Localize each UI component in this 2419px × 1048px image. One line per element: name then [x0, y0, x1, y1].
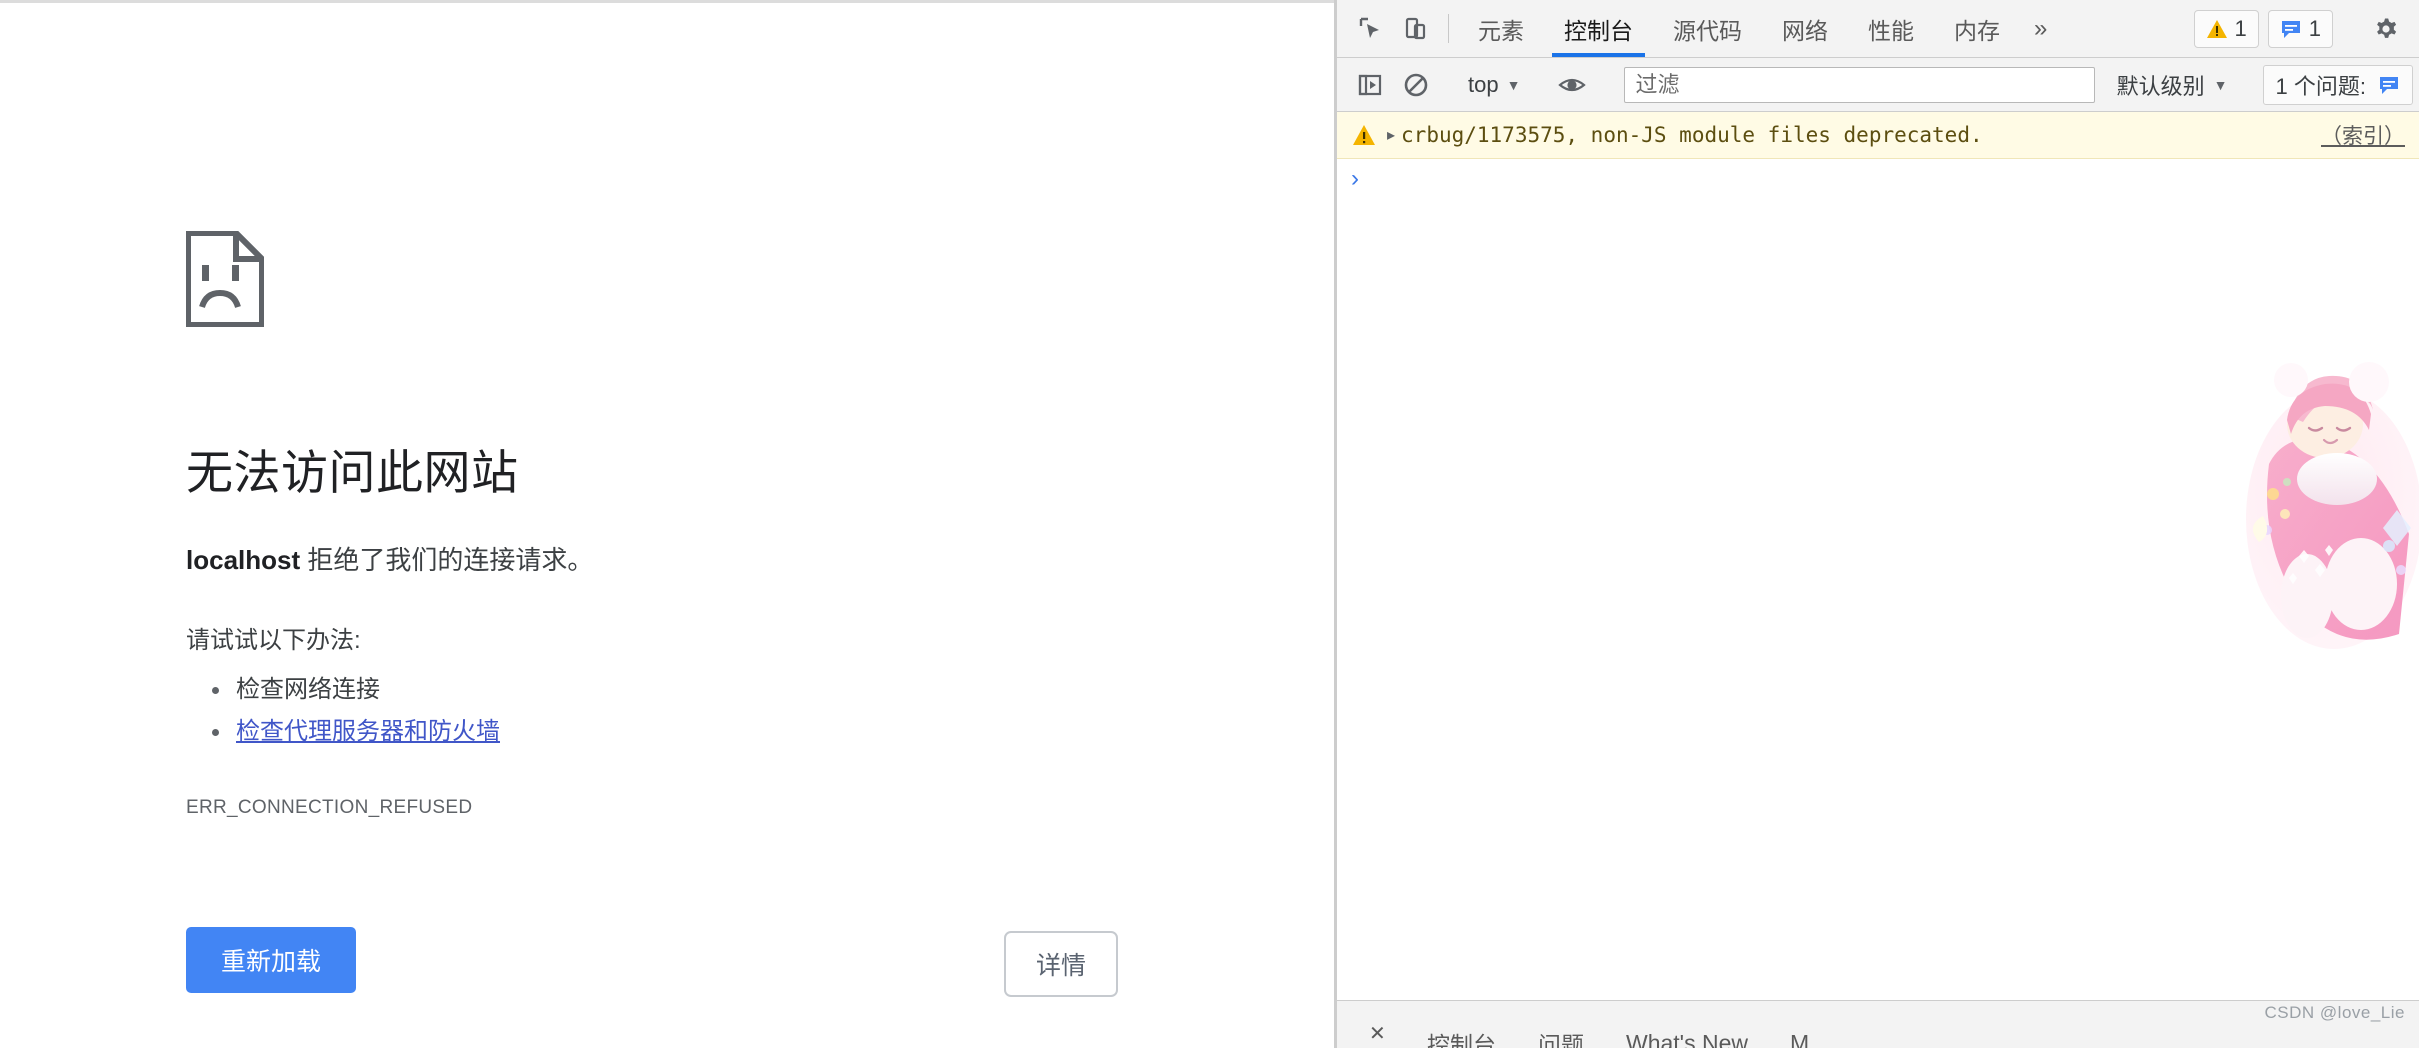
list-item: 检查代理服务器和防火墙 — [186, 711, 1186, 753]
tab-sources[interactable]: 源代码 — [1653, 0, 1762, 57]
clear-console-icon[interactable] — [1393, 72, 1439, 98]
console-message-list[interactable]: ▸ crbug/1173575, non-JS module files dep… — [1337, 112, 2419, 1000]
message-count: 1 — [2308, 15, 2321, 41]
expand-arrow-icon[interactable]: ▸ — [1387, 125, 1395, 145]
tab-memory[interactable]: 内存 — [1934, 0, 2020, 57]
error-subtitle-rest: 拒绝了我们的连接请求。 — [300, 544, 594, 575]
error-subtitle: localhost 拒绝了我们的连接请求。 — [186, 541, 1186, 580]
execution-context-select[interactable]: top ▼ — [1458, 72, 1530, 98]
issues-button[interactable]: 1 个问题: — [2262, 64, 2413, 105]
sad-document-icon — [185, 230, 265, 328]
watermark: CSDN @love_Lie — [2264, 1003, 2405, 1022]
tab-elements[interactable]: 元素 — [1458, 0, 1544, 57]
devtools-toolbar-right: 1 1 — [2193, 0, 2412, 58]
devtools-panel: 元素 控制台 源代码 网络 性能 内存 » 1 1 top ▼ 过滤 默认级别 … — [1334, 0, 2419, 1048]
console-warning-message[interactable]: ▸ crbug/1173575, non-JS module files dep… — [1337, 112, 2419, 159]
drawer-tab-console[interactable]: 控制台 — [1427, 1026, 1496, 1048]
suggestion-check-network: 检查网络连接 — [236, 675, 380, 703]
drawer-tab-list: 控制台 问题 What's New M — [1427, 1026, 1809, 1048]
error-code: ERR_CONNECTION_REFUSED — [186, 796, 473, 818]
suggestions-list: 检查网络连接 检查代理服务器和防火墙 — [186, 669, 1186, 753]
warning-triangle-icon — [1353, 125, 1375, 145]
inspect-element-icon[interactable] — [1347, 0, 1393, 57]
devtools-drawer: ✕ 控制台 问题 What's New M CSDN @love_Lie — [1337, 1000, 2419, 1048]
message-bubble-icon — [2281, 20, 2300, 38]
drawer-tab-whats-new[interactable]: What's New — [1626, 1030, 1748, 1048]
issues-label: 1 个问题: — [2275, 73, 2366, 99]
device-toolbar-icon[interactable] — [1393, 0, 1439, 57]
list-item: 检查网络连接 — [186, 669, 1186, 711]
devtools-tabbar: 元素 控制台 源代码 网络 性能 内存 » 1 1 — [1337, 0, 2419, 58]
suggestion-check-proxy-link[interactable]: 检查代理服务器和防火墙 — [236, 718, 500, 745]
error-button-row: 重新加载 详情 — [186, 926, 1130, 999]
tab-performance[interactable]: 性能 — [1848, 0, 1934, 57]
execution-context-label: top — [1468, 71, 1499, 97]
message-count-badge[interactable]: 1 — [2267, 9, 2333, 48]
console-toolbar: top ▼ 默认级别 ▼ 1 个问题: — [1337, 58, 2419, 112]
message-bubble-icon — [2380, 76, 2398, 94]
gear-icon[interactable] — [2361, 0, 2411, 58]
prompt-caret-icon: › — [1351, 165, 1359, 192]
page-title: 无法访问此网站 — [186, 446, 519, 499]
filter-input[interactable] — [1624, 66, 2095, 103]
console-message-source-link[interactable]: （索引） — [2307, 120, 2405, 150]
console-prompt[interactable]: › — [1337, 159, 2419, 199]
warning-count-badge[interactable]: 1 — [2193, 9, 2259, 48]
tab-console[interactable]: 控制台 — [1544, 0, 1653, 57]
warning-triangle-icon — [2206, 19, 2227, 38]
error-page-content: 无法访问此网站 localhost 拒绝了我们的连接请求。 请试试以下办法: 检… — [185, 230, 1186, 999]
error-host: localhost — [186, 544, 301, 575]
log-level-label: 默认级别 — [2116, 73, 2205, 99]
browser-window: 无法访问此网站 localhost 拒绝了我们的连接请求。 请试试以下办法: 检… — [0, 0, 2419, 1048]
reload-button[interactable]: 重新加载 — [186, 926, 356, 993]
drawer-tab-more[interactable]: M — [1790, 1030, 1809, 1048]
drawer-tab-issues[interactable]: 问题 — [1538, 1026, 1584, 1048]
toolbar-divider — [1448, 14, 1449, 43]
suggestions-heading: 请试试以下办法: — [186, 626, 361, 654]
page-viewport: 无法访问此网站 localhost 拒绝了我们的连接请求。 请试试以下办法: 检… — [0, 0, 1334, 1048]
tab-network[interactable]: 网络 — [1762, 0, 1848, 57]
close-icon[interactable]: ✕ — [1369, 1021, 1386, 1046]
devtools-tab-list: 元素 控制台 源代码 网络 性能 内存 » — [1458, 0, 2061, 57]
log-level-select[interactable]: 默认级别 ▼ — [2105, 69, 2240, 101]
chevron-down-icon: ▼ — [2213, 76, 2228, 93]
console-sidebar-icon[interactable] — [1347, 73, 1393, 97]
anime-girl-wallpaper — [2246, 362, 2419, 649]
live-expression-eye-icon[interactable] — [1549, 74, 1595, 96]
chevron-down-icon: ▼ — [1506, 76, 1521, 93]
warning-count: 1 — [2234, 15, 2247, 41]
more-tabs-icon[interactable]: » — [2020, 0, 2061, 57]
details-button[interactable]: 详情 — [1004, 930, 1118, 997]
console-message-text: crbug/1173575, non-JS module files depre… — [1401, 123, 1983, 147]
